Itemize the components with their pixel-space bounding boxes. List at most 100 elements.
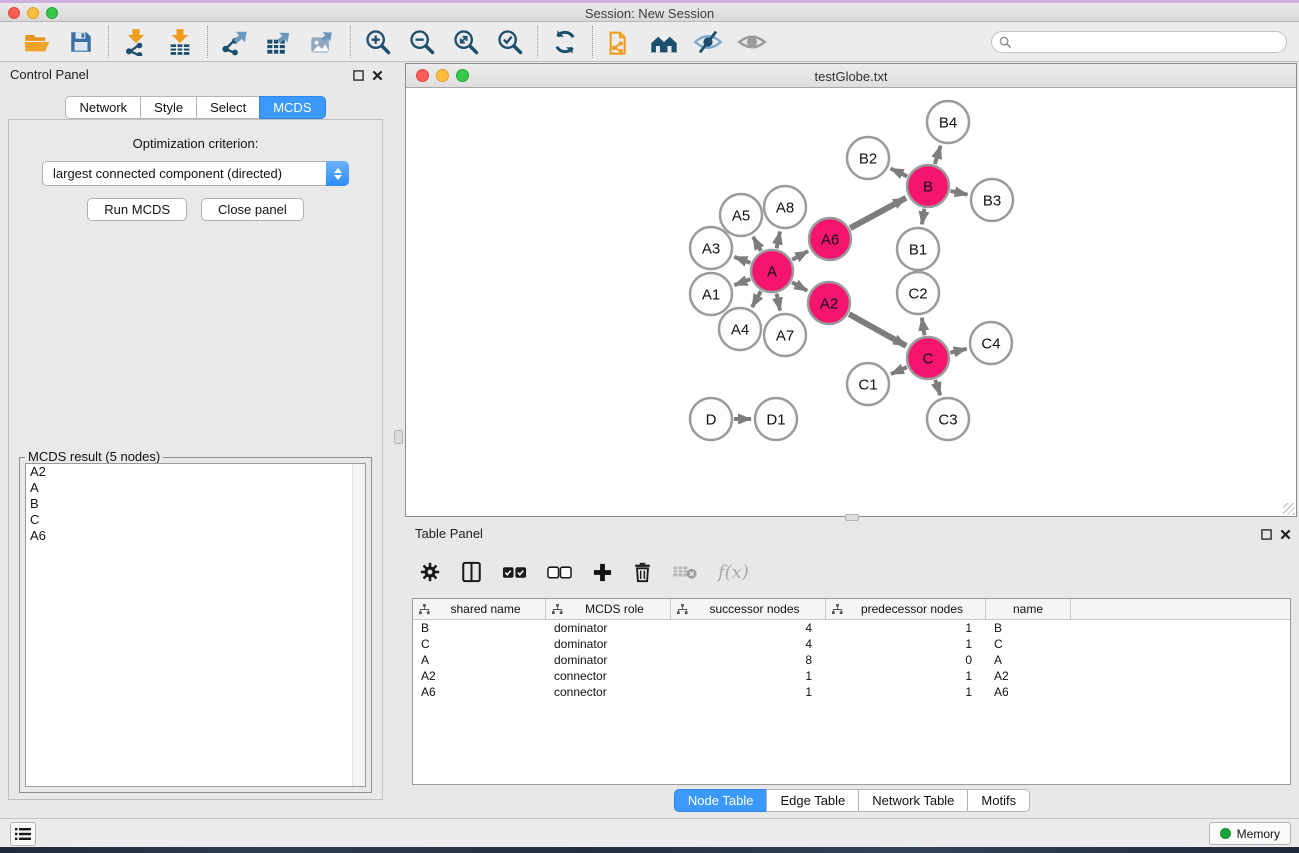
graph-edge-A-A3[interactable] [734,257,750,263]
export-network-icon[interactable] [220,27,250,57]
export-table-icon[interactable] [264,27,294,57]
graph-node-B3[interactable]: B3 [971,179,1013,221]
tab-edge-table[interactable]: Edge Table [766,789,859,812]
import-network-icon[interactable] [121,27,151,57]
graph-edge-A2-C[interactable] [849,314,906,346]
tab-mcds[interactable]: MCDS [259,96,325,119]
graph-node-A[interactable]: A [751,250,793,292]
table-row[interactable]: Bdominator41B [413,620,1290,636]
deselect-all-checkboxes-icon[interactable] [547,559,572,585]
tab-node-table[interactable]: Node Table [674,789,768,812]
show-all-icon[interactable] [737,27,767,57]
float-table-panel-icon[interactable] [1261,527,1272,545]
graph-edge-A-A5[interactable] [753,237,761,251]
vertical-split-grip[interactable] [394,430,403,444]
graph-node-C3[interactable]: C3 [927,398,969,440]
table-row[interactable]: A6connector11A6 [413,684,1290,700]
graph-edge-A-A2[interactable] [792,282,807,291]
mcds-result-list[interactable]: A2ABCA6 [25,463,366,787]
graph-edge-C-C1[interactable] [891,367,907,374]
tab-network-table[interactable]: Network Table [858,789,968,812]
graph-node-A5[interactable]: A5 [720,194,762,236]
network-window-titlebar[interactable]: testGlobe.txt [406,64,1296,88]
tab-motifs[interactable]: Motifs [967,789,1030,812]
save-session-icon[interactable] [66,27,96,57]
graph-node-D1[interactable]: D1 [755,398,797,440]
column-header-name[interactable]: name [986,599,1071,619]
graph-edge-B-B3[interactable] [950,191,967,195]
refresh-icon[interactable] [550,27,580,57]
hide-selected-icon[interactable] [693,27,723,57]
graph-node-C2[interactable]: C2 [897,272,939,314]
delete-column-icon[interactable] [633,559,652,585]
graph-node-C1[interactable]: C1 [847,363,889,405]
memory-button[interactable]: Memory [1209,822,1291,845]
graph-node-B2[interactable]: B2 [847,137,889,179]
graph-node-C4[interactable]: C4 [970,322,1012,364]
zoom-selected-icon[interactable] [495,27,525,57]
table-row[interactable]: Cdominator41C [413,636,1290,652]
tab-network[interactable]: Network [65,96,141,119]
mcds-result-item[interactable]: A [26,480,365,496]
graph-edge-B-B2[interactable] [891,169,908,177]
close-panel-button[interactable]: Close panel [201,198,304,221]
column-header-successor-nodes[interactable]: successor nodes [671,599,826,619]
table-row[interactable]: A2connector11A2 [413,668,1290,684]
graph-edge-A-A6[interactable] [792,251,808,260]
close-panel-icon[interactable] [372,68,383,86]
graph-node-C[interactable]: C [907,337,949,379]
search-input[interactable] [991,31,1287,53]
network-canvas[interactable]: AA1A2A3A4A5A6A7A8BB1B2B3B4CC1C2C3C4DD1 [406,89,1296,516]
mcds-result-item[interactable]: B [26,496,365,512]
graph-edge-C-C2[interactable] [922,318,925,336]
close-table-panel-icon[interactable] [1280,527,1291,545]
new-network-from-selection-icon[interactable] [605,27,635,57]
graph-node-A1[interactable]: A1 [690,273,732,315]
graph-node-B4[interactable]: B4 [927,101,969,143]
graph-node-B[interactable]: B [907,165,949,207]
window-resize-grip[interactable] [1283,503,1295,515]
column-header-predecessor-nodes[interactable]: predecessor nodes [826,599,986,619]
mcds-result-item[interactable]: A6 [26,528,365,544]
tab-style[interactable]: Style [140,96,197,119]
graph-node-A8[interactable]: A8 [764,186,806,228]
graph-node-B1[interactable]: B1 [897,228,939,270]
mcds-result-item[interactable]: C [26,512,365,528]
graph-edge-A6-B[interactable] [850,198,906,228]
graph-node-A3[interactable]: A3 [690,227,732,269]
graph-edge-A-A4[interactable] [752,291,761,307]
horizontal-split-grip[interactable] [845,514,859,521]
result-list-scrollbar[interactable] [352,464,365,786]
zoom-fit-icon[interactable] [451,27,481,57]
import-table-icon[interactable] [165,27,195,57]
graph-node-A2[interactable]: A2 [808,282,850,324]
show-columns-icon[interactable] [461,559,482,585]
column-header-mcds-role[interactable]: MCDS role [546,599,671,619]
open-session-icon[interactable] [22,27,52,57]
run-mcds-button[interactable]: Run MCDS [87,198,187,221]
zoom-out-icon[interactable] [407,27,437,57]
zoom-in-icon[interactable] [363,27,393,57]
tab-select[interactable]: Select [196,96,260,119]
graph-edge-A-A7[interactable] [777,294,780,311]
column-header-shared-name[interactable]: shared name [413,599,546,619]
graph-edge-A-A1[interactable] [734,279,750,285]
table-settings-gear-icon[interactable] [419,559,441,585]
select-all-checkboxes-icon[interactable] [502,559,527,585]
table-row[interactable]: Adominator80A [413,652,1290,668]
graph-edge-B-B4[interactable] [935,146,941,164]
create-column-icon[interactable] [592,559,613,585]
graph-node-A6[interactable]: A6 [809,218,851,260]
float-panel-icon[interactable] [353,68,364,86]
mcds-result-item[interactable]: A2 [26,464,365,480]
graph-node-A7[interactable]: A7 [764,314,806,356]
graph-edge-B-B1[interactable] [922,209,924,225]
graph-edge-C-C3[interactable] [935,380,940,395]
first-neighbors-icon[interactable] [649,27,679,57]
export-image-icon[interactable] [308,27,338,57]
task-history-button[interactable] [10,822,36,846]
graph-edge-C-C4[interactable] [950,349,966,353]
optimization-criterion-select[interactable]: largest connected component (directed) [42,161,349,186]
graph-node-A4[interactable]: A4 [719,308,761,350]
graph-edge-A-A8[interactable] [777,231,780,248]
